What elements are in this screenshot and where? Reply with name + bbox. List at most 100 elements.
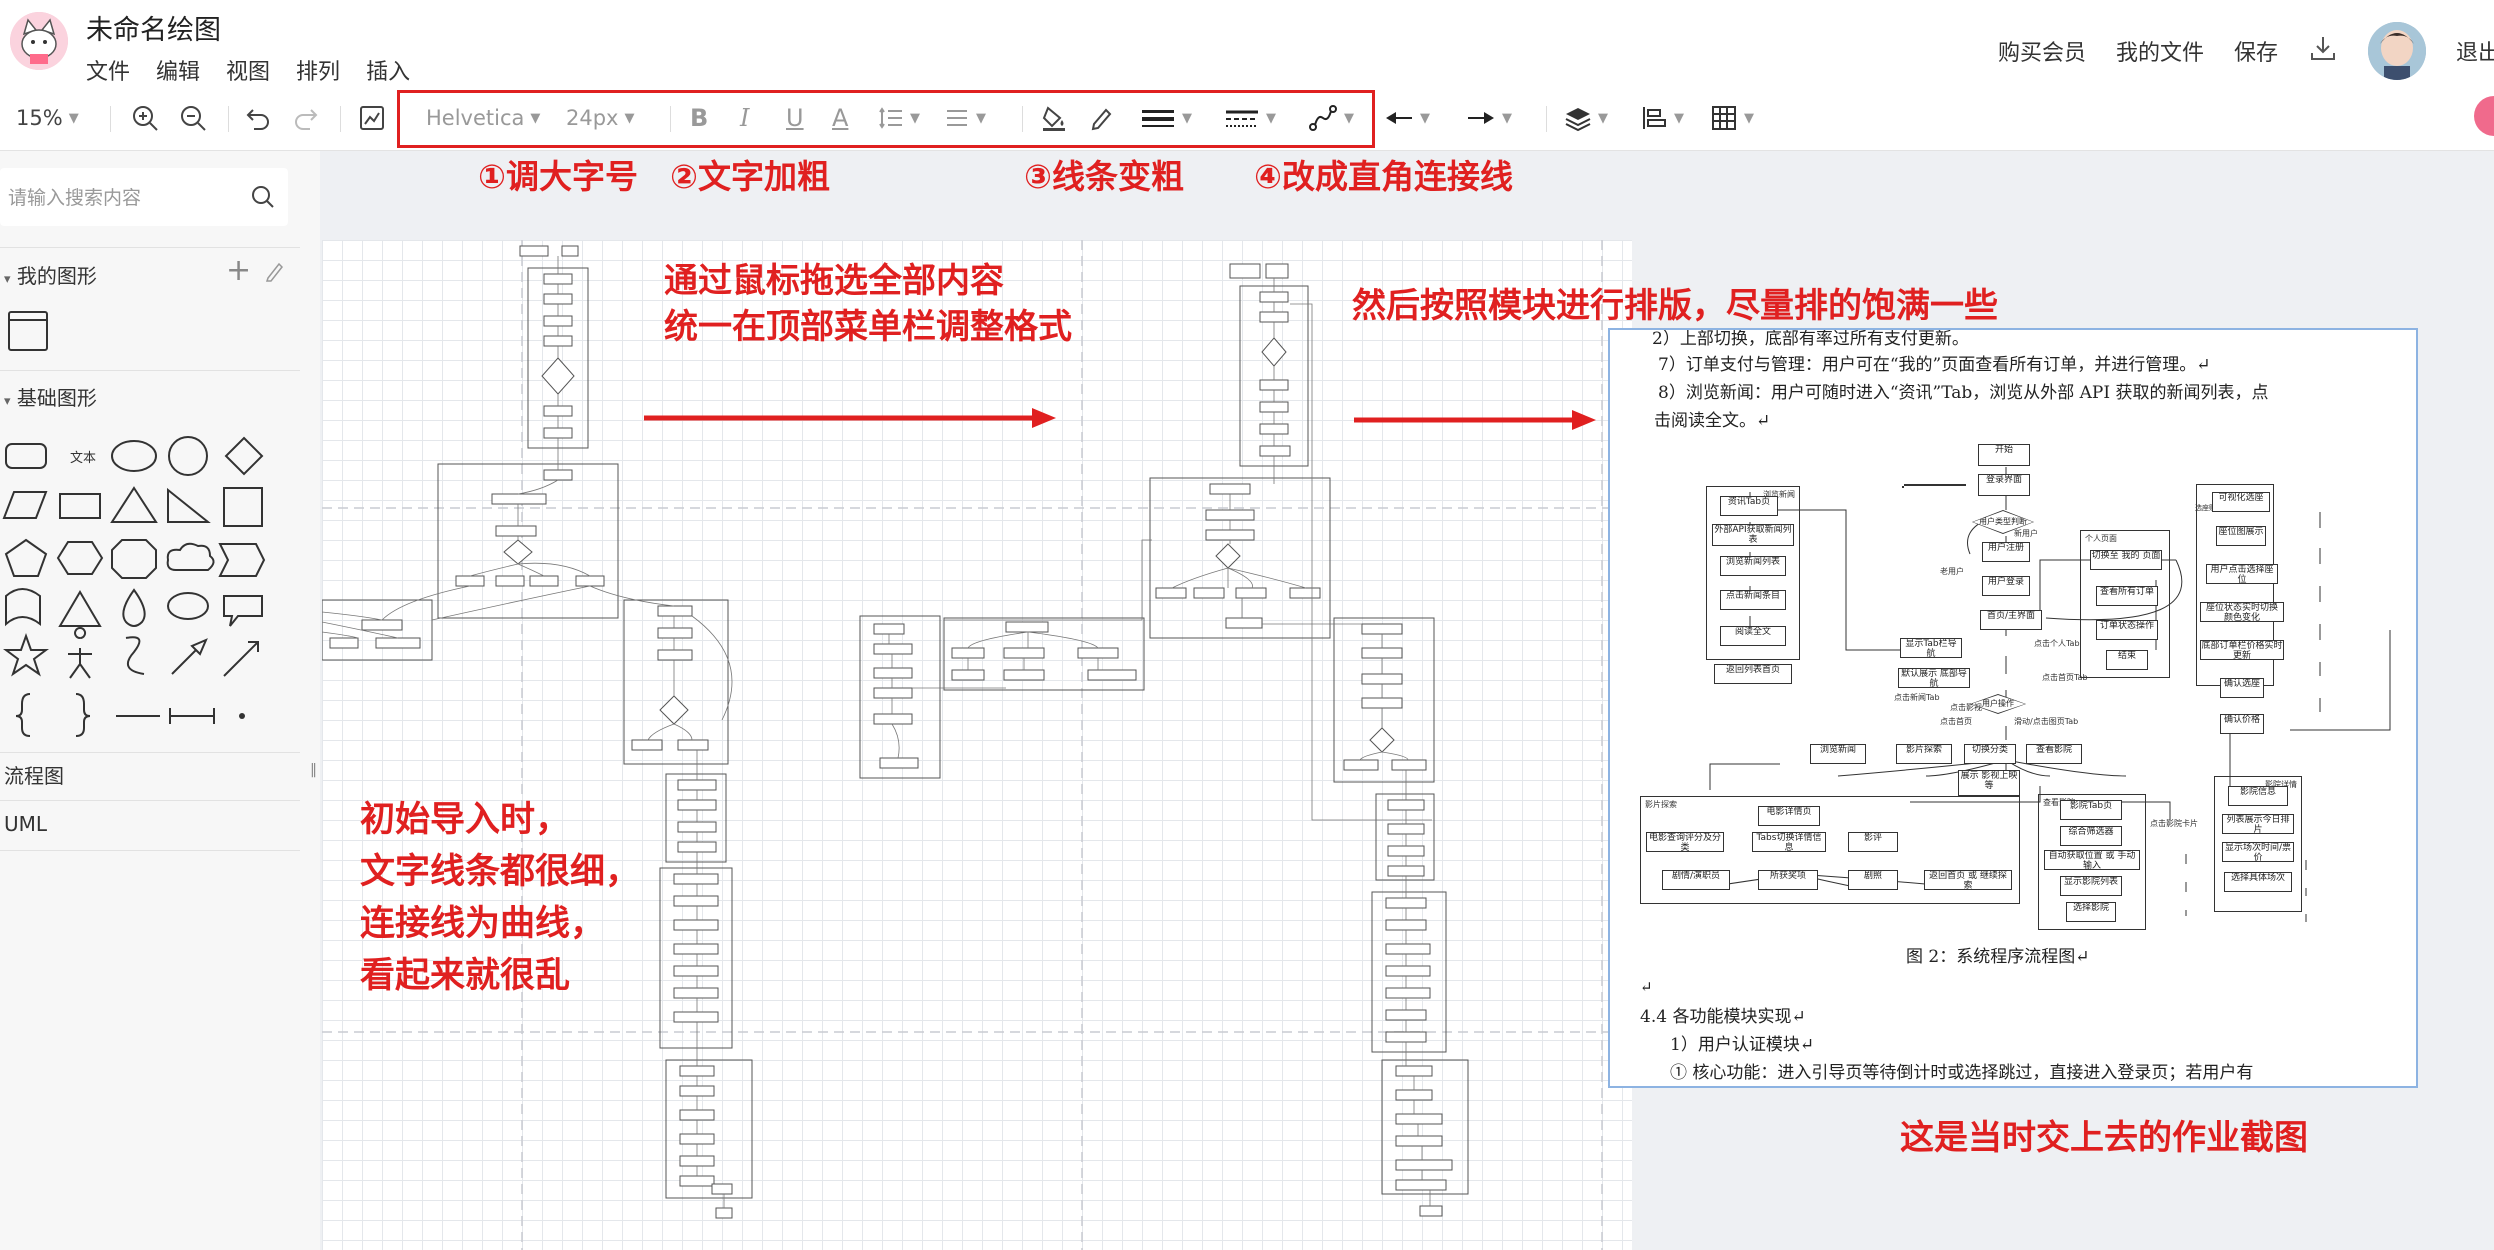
- add-shape-icon[interactable]: +: [226, 256, 251, 286]
- rectangle-shape: [5, 443, 47, 469]
- point-shape: [239, 713, 245, 719]
- flow-node: 确认选座: [2220, 678, 2264, 698]
- subsection-heading: 1）用户认证模块↵: [1670, 1035, 1815, 1055]
- basic-shapes-label: 基础图形: [16, 386, 97, 410]
- shape-search-box: [0, 168, 288, 226]
- redo-icon[interactable]: [292, 98, 320, 138]
- annotation-step3: ③线条变粗: [1024, 157, 1184, 196]
- imported-flowchart[interactable]: [322, 240, 1632, 1250]
- menu-arrange[interactable]: 排列: [296, 54, 340, 86]
- flow-node: 电影详情页: [1758, 806, 1820, 826]
- flow-node: 选择影院: [2066, 902, 2116, 922]
- table-icon[interactable]: ▼: [1710, 98, 1754, 138]
- flow-node: 显示影院列表: [2060, 876, 2122, 896]
- flow-node: 剧情/演职员: [1662, 870, 1730, 890]
- distribute-icon[interactable]: ▼: [1640, 98, 1684, 138]
- circle-shape: [168, 436, 208, 476]
- layers-icon[interactable]: ▼: [1564, 98, 1608, 138]
- menu-insert[interactable]: 插入: [366, 54, 410, 86]
- annotation-select-line2: 统一在顶部菜单栏调整格式: [664, 307, 1072, 347]
- shape-search-input[interactable]: [6, 182, 230, 214]
- flow-node: 底部订单栏价格实时更新: [2200, 640, 2284, 660]
- my-shape-window[interactable]: [8, 311, 48, 351]
- sidebar-resize-handle[interactable]: ‖: [310, 762, 317, 778]
- return-mark: ↵: [1640, 978, 1653, 996]
- annotation-initial-line4: 看起来就很乱: [360, 956, 571, 996]
- octagon-shape: [111, 539, 157, 579]
- uml-section[interactable]: UML: [4, 812, 47, 836]
- header-actions: 购买会员 我的文件 保存 退出: [1998, 22, 2494, 80]
- zoom-value: 15%: [16, 106, 63, 130]
- zoom-in-icon[interactable]: [130, 98, 160, 138]
- menu-edit[interactable]: 编辑: [156, 54, 200, 86]
- flow-edge-label: 点击影视: [1950, 703, 1982, 712]
- actor-shape: [68, 627, 92, 679]
- annotation-select-line1: 通过鼠标拖选全部内容: [664, 261, 1004, 301]
- flow-node: 默认展示 底部导航: [1898, 668, 1970, 688]
- cat-mascot-icon[interactable]: [10, 12, 68, 70]
- flow-node: 座位状态实时切换 颜色变化: [2200, 602, 2284, 622]
- arrow-start-icon[interactable]: ▼: [1384, 98, 1430, 138]
- flow-edge-label: 滑动/点击图页Tab: [2014, 717, 2079, 726]
- user-avatar[interactable]: [2367, 22, 2426, 80]
- doc-line-top: 2）上部切换，底部有率过所有支付更新。: [1652, 329, 1969, 349]
- flow-node: 切换至 我的 页面: [2090, 550, 2162, 570]
- line-arrow-shape: [223, 641, 259, 677]
- arrow-to-middle: [644, 408, 1056, 428]
- basic-shapes-section[interactable]: ▾ 基础图形: [4, 382, 97, 411]
- annotation-initial-line3: 连接线为曲线，: [360, 904, 606, 944]
- flow-node: 可视化选座: [2212, 492, 2270, 512]
- logout-link[interactable]: 退出: [2456, 35, 2494, 67]
- flowchart-section[interactable]: 流程图: [4, 760, 64, 789]
- text-shape: 文本: [70, 451, 96, 466]
- my-shapes-section[interactable]: ▾ 我的图形: [4, 260, 97, 289]
- flow-node: 自动获取位置 或 手动输入: [2044, 850, 2140, 870]
- download-icon[interactable]: [2308, 33, 2338, 69]
- flow-node: 显示Tab栏导航: [1900, 638, 1962, 658]
- flow-node: 外部API获取新闻列表: [1712, 524, 1794, 546]
- arrow-end-icon[interactable]: ▼: [1466, 98, 1512, 138]
- document-title[interactable]: 未命名绘图: [86, 8, 221, 47]
- user-badge-icon[interactable]: [2474, 96, 2494, 136]
- search-icon[interactable]: [250, 184, 276, 214]
- flow-node: 阅读全文: [1720, 626, 1786, 646]
- flow-node: 结束: [2106, 650, 2148, 670]
- core-function-line: ① 核心功能：进入引导页等待倒计时或选择跳过，直接进入登录页；若用户有: [1670, 1063, 2254, 1083]
- left-brace-shape: [15, 693, 31, 737]
- save-button[interactable]: 保存: [2234, 35, 2278, 67]
- triangle-shape: [110, 486, 158, 523]
- flow-node: 选择具体场次: [2224, 872, 2292, 892]
- cloud-shape: [166, 542, 215, 571]
- zoom-select[interactable]: 15% ▼: [16, 98, 79, 138]
- edit-shapes-icon[interactable]: [264, 260, 284, 286]
- flow-node: 座位图展示: [2216, 526, 2266, 546]
- format-panel-icon[interactable]: [358, 98, 386, 138]
- flow-node: 返回列表首页: [1714, 664, 1792, 684]
- flow-node: 影片探索: [1896, 744, 1952, 764]
- menu-view[interactable]: 视图: [226, 54, 270, 86]
- step-shape: [218, 543, 266, 577]
- flow-spacer: [1902, 486, 1976, 598]
- zoom-out-icon[interactable]: [178, 98, 208, 138]
- flow-node: 剧照: [1848, 870, 1898, 890]
- process-shape: [59, 493, 101, 519]
- flow-edge-label: 新用户: [2014, 529, 2038, 538]
- undo-icon[interactable]: [244, 98, 272, 138]
- flow-node: 影院Tab页: [2060, 800, 2122, 820]
- app-header: 未命名绘图 文件 编辑 视图 排列 插入 购买会员 我的文件 保存 退出: [0, 0, 2494, 88]
- ellipse-shape: [111, 440, 157, 472]
- flow-node: 返回首页 或 继续探索: [1924, 870, 2012, 890]
- my-files-link[interactable]: 我的文件: [2116, 35, 2204, 67]
- film-group-label: 影片探索: [1645, 800, 1677, 809]
- doc-line-8b: 击阅读全文。↵: [1654, 411, 1771, 431]
- flow-node: 浏览新闻列表: [1720, 556, 1786, 576]
- homework-screenshot-image[interactable]: 2）上部切换，底部有率过所有支付更新。 7）订单支付与管理：用户可在“我的”页面…: [1608, 328, 2418, 1088]
- flow-spacer: [1902, 486, 1904, 488]
- drop-shape: [122, 588, 146, 627]
- flow-node: 用户点击选择座位: [2206, 564, 2278, 584]
- flow-node: 查看影院: [2026, 744, 2082, 764]
- menu-file[interactable]: 文件: [86, 54, 130, 86]
- buy-vip-link[interactable]: 购买会员: [1998, 35, 2086, 67]
- flow-node: 影院信息: [2228, 786, 2288, 806]
- uml-label: UML: [4, 812, 48, 836]
